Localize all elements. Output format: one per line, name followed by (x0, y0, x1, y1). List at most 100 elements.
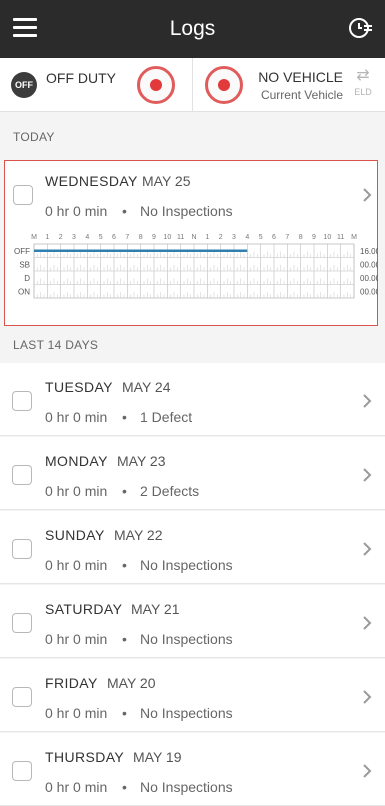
log-day-name: TUESDAY (45, 379, 113, 395)
log-bullet: • (122, 557, 127, 573)
today-log-card[interactable]: WEDNESDAY MAY 25 0 hr 0 min • No Inspect… (4, 160, 378, 326)
log-date: MAY 22 (114, 527, 163, 543)
graph-hour-label: 2 (59, 234, 63, 241)
log-inspections: No Inspections (140, 705, 233, 721)
log-row[interactable]: SUNDAY MAY 22 0 hr 0 min • No Inspection… (0, 511, 385, 584)
graph-hour-label: N (191, 234, 196, 241)
graph-hour-label: 5 (259, 234, 263, 241)
graph-hour-label: 7 (285, 234, 289, 241)
log-bullet: • (122, 409, 127, 425)
vehicle-sublabel: Current Vehicle (260, 88, 343, 102)
graph-hour-label: M (351, 234, 357, 241)
chevron-right-icon[interactable] (362, 393, 372, 409)
chevron-right-icon[interactable] (362, 467, 372, 483)
graph-row-label: OFF (14, 247, 30, 256)
log-inspections: No Inspections (140, 631, 233, 647)
page-title: Logs (169, 17, 216, 40)
log-checkbox[interactable] (12, 687, 32, 707)
graph-row-total: 00.00 (360, 287, 378, 296)
vehicle-select-button[interactable] (205, 66, 243, 104)
duty-status-badge[interactable]: OFF (11, 72, 37, 98)
graph-hour-label: 9 (312, 234, 316, 241)
graph-row-label: SB (19, 260, 30, 269)
log-date: MAY 19 (133, 749, 182, 765)
log-day-name: SATURDAY (45, 601, 123, 617)
graph-hour-label: 10 (323, 234, 331, 241)
graph-hour-label: 4 (245, 234, 249, 241)
log-checkbox[interactable] (13, 185, 33, 205)
graph-row-total: 16.00 (360, 247, 378, 256)
graph-hour-label: 6 (112, 234, 116, 241)
log-date: MAY 20 (107, 675, 156, 691)
chevron-right-icon[interactable] (362, 763, 372, 779)
graph-hour-label: 1 (205, 234, 209, 241)
log-row[interactable]: SATURDAY MAY 21 0 hr 0 min • No Inspecti… (0, 585, 385, 658)
graph-hour-label: 1 (45, 234, 49, 241)
log-hours: 0 hr 0 min (45, 203, 108, 219)
chevron-right-icon[interactable] (362, 187, 372, 203)
log-inspections: No Inspections (140, 557, 233, 573)
log-day-name: WEDNESDAY (45, 173, 138, 189)
graph-hour-label: 10 (163, 234, 171, 241)
log-bullet: • (122, 203, 127, 219)
log-day-name: SUNDAY (45, 527, 105, 543)
duty-status-label[interactable]: OFF DUTY (46, 70, 116, 86)
graph-row-label: D (24, 274, 30, 283)
log-checkbox[interactable] (12, 391, 32, 411)
graph-row-label: ON (18, 287, 30, 296)
graph-hour-label: 8 (139, 234, 143, 241)
status-divider (192, 58, 193, 112)
log-checkbox[interactable] (12, 539, 32, 559)
graph-hour-label: 3 (232, 234, 236, 241)
log-day-name: THURSDAY (45, 749, 125, 765)
chevron-right-icon[interactable] (362, 541, 372, 557)
log-row[interactable]: TUESDAY MAY 24 0 hr 0 min • 1 Defect (0, 363, 385, 436)
log-bullet: • (122, 705, 127, 721)
log-hours: 0 hr 0 min (45, 705, 108, 721)
graph-hour-label: 2 (219, 234, 223, 241)
log-bullet: • (122, 483, 127, 499)
log-inspections: No Inspections (140, 779, 233, 795)
log-row[interactable]: THURSDAY MAY 19 0 hr 0 min • No Inspecti… (0, 733, 385, 806)
log-checkbox[interactable] (12, 761, 32, 781)
duty-status-bar: OFF OFF DUTY NO VEHICLE Current Vehicle … (0, 58, 385, 112)
log-row[interactable]: FRIDAY MAY 20 0 hr 0 min • No Inspection… (0, 659, 385, 732)
log-day-name: FRIDAY (45, 675, 98, 691)
clock-log-icon[interactable] (347, 16, 373, 40)
graph-hour-label: 11 (337, 234, 344, 241)
log-hours: 0 hr 0 min (45, 557, 108, 573)
log-inspections: 1 Defect (140, 409, 193, 425)
log-date: MAY 21 (131, 601, 180, 617)
graph-row-total: 00.00 (360, 274, 378, 283)
hos-log-graph: M 1 2 3 4 5 6 7 8 9 10 11 N 1 2 3 4 5 6 7 8 9 10 11 MOFF 16.00SB 0… (14, 234, 378, 299)
log-bullet: • (122, 631, 127, 647)
eld-swap-button[interactable]: ⇄ ELD (351, 68, 375, 104)
graph-hour-label: 11 (177, 234, 184, 241)
graph-hour-label: 4 (85, 234, 89, 241)
log-inspections: No Inspections (140, 203, 233, 219)
log-row[interactable]: MONDAY MAY 23 0 hr 0 min • 2 Defects (0, 437, 385, 510)
graph-hour-label: 9 (152, 234, 156, 241)
log-hours: 0 hr 0 min (45, 631, 108, 647)
log-hours: 0 hr 0 min (45, 409, 108, 425)
log-inspections: 2 Defects (140, 483, 200, 499)
section-last14-heading: LAST 14 DAYS (13, 338, 99, 352)
log-date: MAY 25 (142, 173, 191, 189)
vehicle-label[interactable]: NO VEHICLE (258, 69, 343, 85)
chevron-right-icon[interactable] (362, 615, 372, 631)
log-checkbox[interactable] (12, 465, 32, 485)
log-bullet: • (122, 779, 127, 795)
log-date: MAY 24 (122, 379, 171, 395)
swap-arrows-icon: ⇄ (356, 67, 370, 84)
graph-hour-label: M (31, 234, 37, 241)
graph-row-total: 00.00 (360, 260, 378, 269)
section-today-heading: TODAY (13, 130, 55, 144)
duty-status-button[interactable] (137, 66, 175, 104)
log-checkbox[interactable] (12, 613, 32, 633)
graph-hour-label: 8 (299, 234, 303, 241)
eld-label: ELD (354, 87, 372, 97)
log-hours: 0 hr 0 min (45, 779, 108, 795)
chevron-right-icon[interactable] (362, 689, 372, 705)
graph-hour-label: 7 (125, 234, 129, 241)
log-date: MAY 23 (117, 453, 166, 469)
